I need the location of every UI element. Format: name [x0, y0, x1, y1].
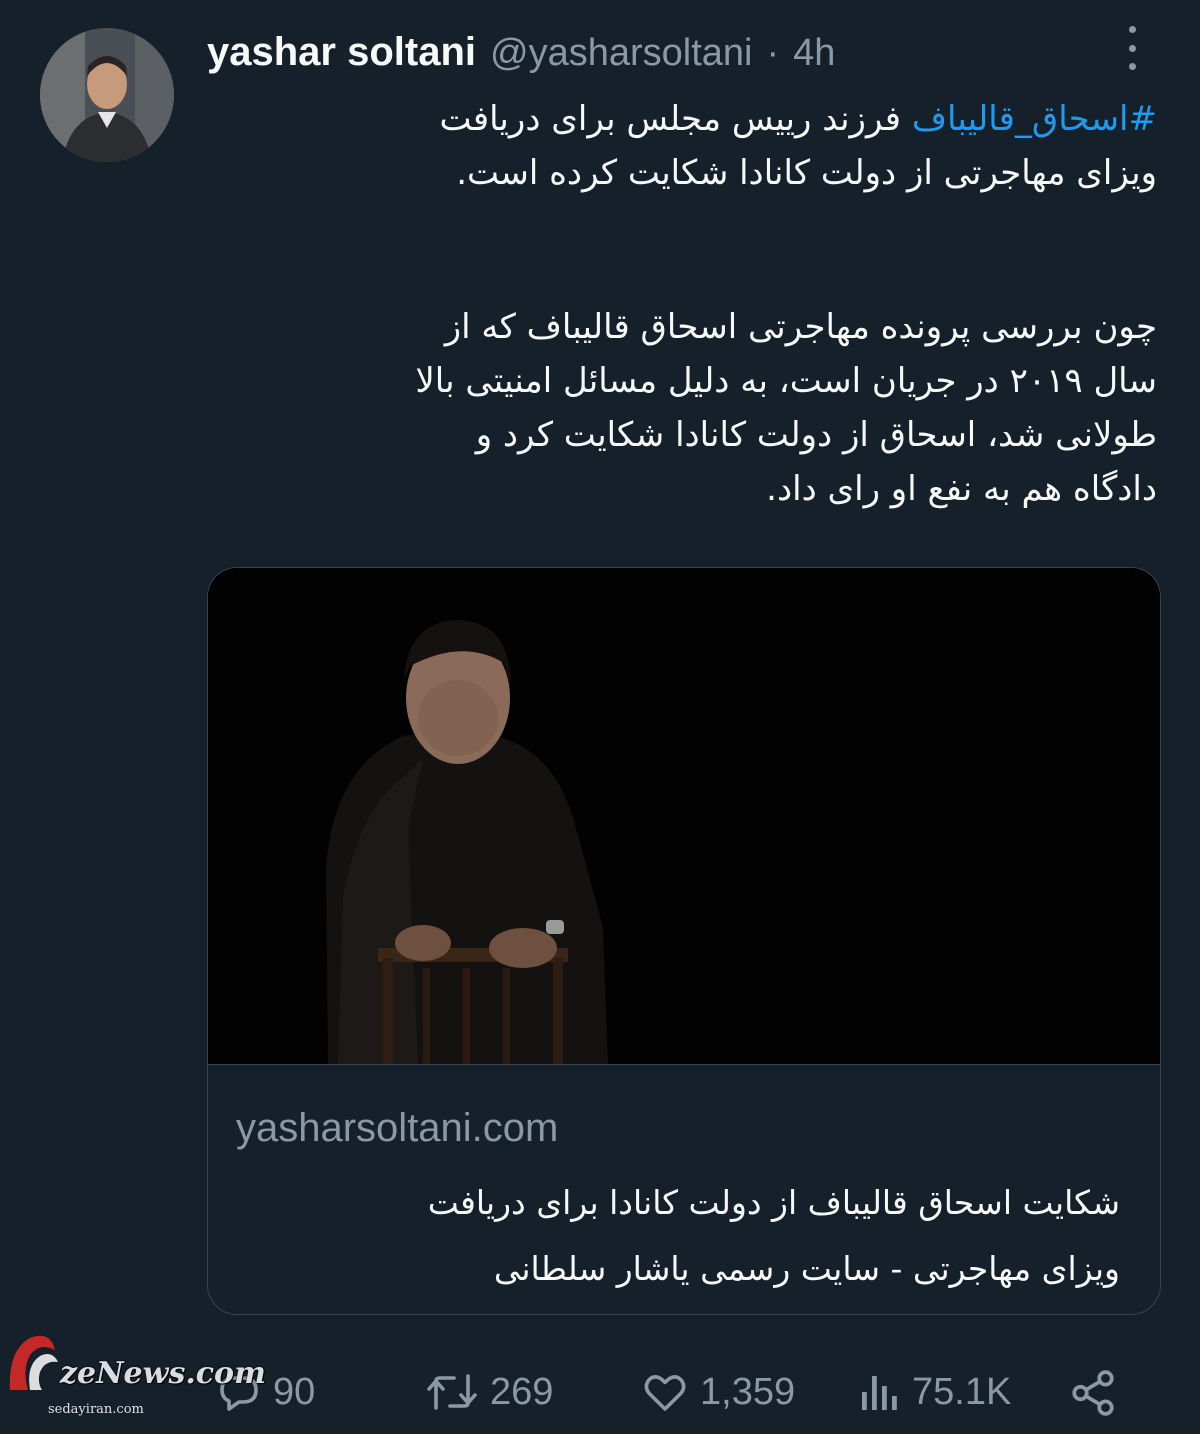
tweet-line: دادگاه هم به نفع او رای داد.: [766, 469, 1157, 509]
tweet-header: yashar soltani @yasharsoltani · 4h: [207, 30, 1147, 74]
watermark-subtext: sedayiran.com: [48, 1402, 144, 1417]
user-handle[interactable]: @yasharsoltani: [490, 32, 752, 75]
card-image[interactable]: [208, 568, 1160, 1065]
retweet-count: 269: [490, 1370, 554, 1413]
watermark-text: zeNews.com: [60, 1356, 266, 1391]
card-photo: [208, 568, 1160, 1064]
separator: ·: [766, 32, 780, 74]
tweet-text: #اسحاق_قالیباف فرزند رییس مجلس برای دریا…: [257, 92, 1157, 516]
like-count: 1,359: [700, 1370, 796, 1413]
avatar-photo: [40, 28, 174, 162]
like-button[interactable]: 1,359: [640, 1368, 795, 1416]
views-button[interactable]: 75.1K: [858, 1368, 1011, 1416]
timestamp[interactable]: 4h: [793, 32, 835, 75]
card-title-line: ویزای مهاجرتی - سایت رسمی یاشار سلطانی: [493, 1249, 1120, 1288]
reply-count: 90: [273, 1370, 316, 1413]
card-title[interactable]: شکایت اسحاق قالیباف از دولت کانادا برای …: [240, 1170, 1120, 1302]
link-card[interactable]: yasharsoltani.com شکایت اسحاق قالیباف از…: [207, 567, 1161, 1315]
watermark: zeNews.com sedayiran.com: [0, 1320, 266, 1430]
tweet-paragraph-2: چون بررسی پرونده مهاجرتی اسحاق قالیباف ک…: [257, 300, 1157, 516]
tweet-line: فرزند رییس مجلس برای دریافت: [439, 99, 912, 139]
views-count: 75.1K: [912, 1370, 1012, 1413]
card-domain[interactable]: yasharsoltani.com: [236, 1106, 558, 1151]
avatar[interactable]: [40, 28, 174, 162]
tweet-line: چون بررسی پرونده مهاجرتی اسحاق قالیباف ک…: [444, 307, 1157, 347]
tweet-line: طولانی شد، اسحاق از دولت کانادا شکایت کر…: [475, 415, 1157, 455]
retweet-button[interactable]: 269: [424, 1368, 553, 1416]
tweet-line: ویزای مهاجرتی از دولت کانادا شکایت کرده …: [456, 153, 1157, 193]
hashtag-link[interactable]: #اسحاق_قالیباف: [912, 99, 1157, 139]
retweet-icon: [427, 1374, 477, 1410]
share-icon: [1072, 1370, 1114, 1416]
display-name[interactable]: yashar soltani: [207, 30, 476, 75]
like-icon: [644, 1375, 686, 1411]
share-button[interactable]: [1068, 1368, 1118, 1418]
card-title-line: شکایت اسحاق قالیباف از دولت کانادا برای …: [427, 1183, 1120, 1222]
tweet-paragraph-1: #اسحاق_قالیباف فرزند رییس مجلس برای دریا…: [257, 92, 1157, 200]
more-icon[interactable]: [1117, 26, 1147, 70]
tweet-line: سال ۲۰۱۹ در جریان است، به دلیل مسائل امن…: [415, 361, 1157, 401]
views-icon: [862, 1376, 897, 1410]
